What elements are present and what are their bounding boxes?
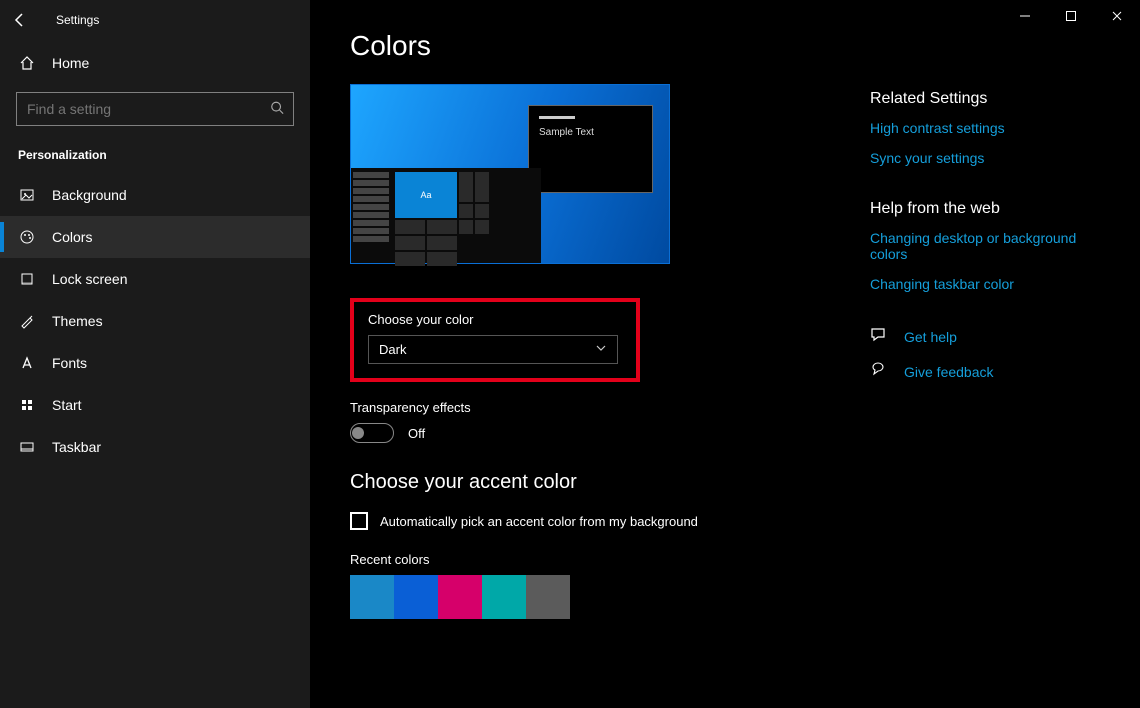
search-icon [270,101,284,118]
transparency-toggle[interactable] [350,423,394,443]
preview-sample-window: Sample Text [528,105,653,193]
recent-color-swatch[interactable] [482,575,526,619]
help-title: Help from the web [870,200,1100,218]
preview-sample-text: Sample Text [539,127,642,138]
transparency-label: Transparency effects [350,400,810,415]
sidebar-item-colors[interactable]: Colors [0,216,310,258]
close-button[interactable] [1094,0,1140,32]
recent-colors-label: Recent colors [350,552,810,567]
search-input[interactable] [16,92,294,126]
choose-color-highlight: Choose your color Dark [350,298,640,382]
sidebar-item-label: Background [52,187,127,203]
image-icon [18,186,36,204]
related-settings-title: Related Settings [870,90,1100,108]
sidebar-item-label: Lock screen [52,271,127,287]
sidebar-item-lock-screen[interactable]: Lock screen [0,258,310,300]
sidebar-item-label: Start [52,397,82,413]
transparency-state: Off [408,426,425,441]
page-title: Colors [350,30,1100,62]
get-help-link[interactable]: Get help [904,329,957,345]
maximize-button[interactable] [1048,0,1094,32]
sidebar-item-taskbar[interactable]: Taskbar [0,426,310,468]
sidebar-item-fonts[interactable]: Fonts [0,342,310,384]
recent-color-swatch[interactable] [526,575,570,619]
chat-icon [870,326,888,347]
help-link[interactable]: Changing taskbar color [870,276,1100,292]
home-icon [18,54,36,72]
preview-tile: Aa [395,172,457,218]
taskbar-icon [18,438,36,456]
sidebar-section-label: Personalization [0,140,310,174]
sidebar-item-background[interactable]: Background [0,174,310,216]
recent-color-swatch[interactable] [394,575,438,619]
accent-title: Choose your accent color [350,471,810,494]
sidebar-home-label: Home [52,55,89,71]
choose-color-dropdown[interactable]: Dark [368,335,618,364]
palette-icon [18,228,36,246]
back-button[interactable] [8,8,32,32]
brush-icon [18,312,36,330]
related-link[interactable]: High contrast settings [870,120,1100,136]
auto-pick-label: Automatically pick an accent color from … [380,514,698,529]
sidebar-item-themes[interactable]: Themes [0,300,310,342]
lock-icon [18,270,36,288]
sidebar-item-label: Taskbar [52,439,101,455]
feedback-icon [870,361,888,382]
start-icon [18,396,36,414]
sidebar-home[interactable]: Home [0,40,310,86]
sidebar-item-label: Colors [52,229,92,245]
choose-color-value: Dark [379,342,406,357]
choose-color-label: Choose your color [368,312,622,327]
sidebar-item-label: Themes [52,313,103,329]
chevron-down-icon [595,342,607,357]
sidebar-item-label: Fonts [52,355,87,371]
color-preview: Sample Text Aa [350,84,670,264]
recent-color-swatch[interactable] [350,575,394,619]
help-link[interactable]: Changing desktop or background colors [870,230,1100,262]
font-icon [18,354,36,372]
window-title: Settings [56,13,99,27]
recent-color-swatch[interactable] [438,575,482,619]
related-link[interactable]: Sync your settings [870,150,1100,166]
give-feedback-link[interactable]: Give feedback [904,364,994,380]
auto-pick-checkbox[interactable] [350,512,368,530]
minimize-button[interactable] [1002,0,1048,32]
sidebar-item-start[interactable]: Start [0,384,310,426]
